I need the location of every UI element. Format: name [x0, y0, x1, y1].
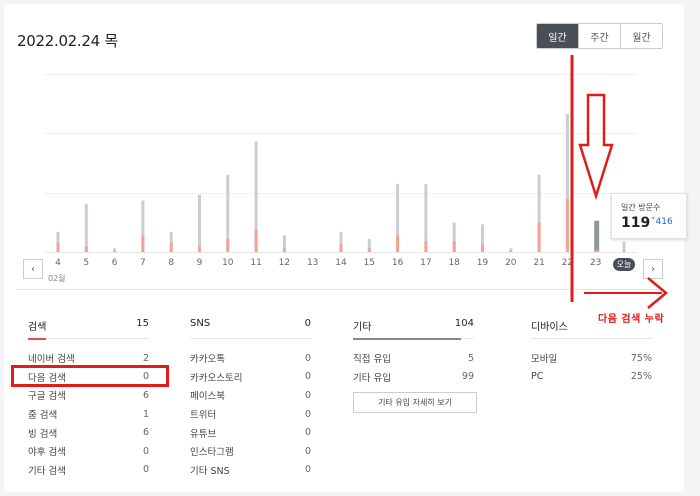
x-tick-label: 22	[561, 258, 574, 268]
bar-segment	[141, 235, 145, 252]
bar-segment	[282, 248, 286, 252]
bar-segment	[509, 251, 513, 252]
bar-total	[622, 241, 626, 252]
bar-segment	[452, 240, 456, 252]
x-tick-label: 17	[420, 258, 432, 268]
sns-title: SNS	[190, 318, 211, 329]
list-item: 기타 유입 99	[353, 371, 474, 384]
list-item: 빙 검색 6	[28, 427, 149, 440]
x-tick-label: 7	[140, 258, 146, 268]
search-title: 검색	[28, 322, 47, 333]
bar-segment	[396, 235, 400, 252]
list-item: PC 25%	[531, 371, 652, 383]
x-tick-label: 21	[533, 258, 545, 268]
x-tick-label: 19	[476, 258, 489, 268]
bar-segment	[424, 240, 428, 252]
list-item: 기타 SNS 0	[190, 464, 311, 477]
x-tick-label: 8	[168, 258, 175, 268]
sns-total: 0	[304, 318, 311, 329]
bar-segment	[113, 251, 117, 252]
list-item: 트위터 0	[190, 408, 311, 422]
bar-segment	[622, 251, 626, 252]
bar-segment	[198, 246, 201, 252]
list-item: 카카오톡 0	[190, 352, 311, 366]
highlight-box	[11, 365, 169, 387]
x-tick-label: 4	[55, 258, 61, 268]
list-item: 유튜브 0	[190, 427, 311, 440]
tooltip-delta: ˅416	[651, 217, 673, 227]
list-item: 인스타그램 0	[190, 445, 311, 459]
search-column: 검색 15 네이버 검색 2 다음 검색 0 구글 검색 6 줌 검색 1 빙 검색 6 …	[28, 318, 149, 479]
tooltip-value: 119	[621, 215, 651, 231]
device-title: 디바이스	[531, 322, 568, 333]
etc-title: 기타	[353, 322, 372, 333]
bar-segment	[537, 222, 541, 252]
tooltip-label: 일간 방문수	[621, 203, 661, 212]
bar-segment	[481, 244, 484, 252]
list-item: 직접 유입 5	[353, 352, 474, 366]
x-tick-label: 6	[111, 258, 118, 268]
x-tick-label: 10	[222, 258, 234, 268]
x-tick-label: 18	[448, 258, 460, 268]
x-tick-label: 13	[306, 258, 319, 268]
bar-segment	[84, 246, 88, 252]
x-tick-label: 11	[250, 258, 262, 268]
next-button[interactable]: ›	[643, 259, 663, 279]
x-tick-label: 15	[363, 258, 376, 268]
prev-button[interactable]: ‹	[23, 259, 43, 279]
list-item: 야후 검색 0	[28, 445, 149, 459]
x-tick-label: 14	[335, 258, 347, 268]
x-tick-label: 9	[196, 258, 203, 268]
x-tick-label: 오늘	[613, 258, 635, 271]
x-tick-label: 16	[391, 258, 404, 268]
list-item: 페이스북 0	[190, 389, 311, 403]
list-item: 모바일 75%	[531, 352, 652, 366]
bar-segment	[226, 239, 230, 252]
bar-total	[84, 204, 88, 252]
bar-segment	[56, 242, 60, 252]
x-tick-label: 20	[505, 258, 517, 268]
bar-segment	[367, 248, 371, 252]
list-item: 카카오스토리 0	[190, 371, 311, 384]
etc-column: 기타 104 직접 유입 5 기타 유입 99 기타 유입 자세히 보기	[353, 318, 477, 414]
bar-total	[198, 194, 201, 252]
active-accent	[28, 338, 46, 340]
month-label: 02월	[48, 274, 66, 283]
bar-segment	[565, 198, 569, 252]
search-total: 15	[136, 318, 149, 329]
bar-total	[594, 220, 600, 252]
x-tick-label: 23	[589, 258, 602, 268]
etc-detail-button[interactable]: 기타 유입 자세히 보기	[353, 392, 477, 414]
tooltip: 일간 방문수 119 ˅416	[611, 193, 687, 239]
x-tick-label: 12	[278, 258, 291, 268]
list-item: 구글 검색 6	[28, 389, 149, 403]
list-item: 줌 검색 1	[28, 408, 149, 422]
x-tick-label: 5	[83, 258, 90, 268]
bar-segment	[594, 250, 600, 252]
bar-segment	[339, 243, 343, 252]
bar-segment	[254, 229, 258, 252]
device-column: 디바이스 모바일 75% PC 25%	[531, 318, 652, 386]
etc-total: 104	[454, 318, 474, 329]
list-item: 기타 검색 0	[28, 464, 149, 477]
bar-segment	[169, 242, 173, 252]
annotation-text: 다음 검색 누락	[598, 314, 665, 325]
sns-column: SNS 0 카카오톡 0 카카오스토리 0 페이스북 0 트위터 0 유튜브 0 인스타그…	[190, 318, 311, 479]
progress-line	[353, 338, 461, 340]
section-divider	[17, 289, 664, 290]
